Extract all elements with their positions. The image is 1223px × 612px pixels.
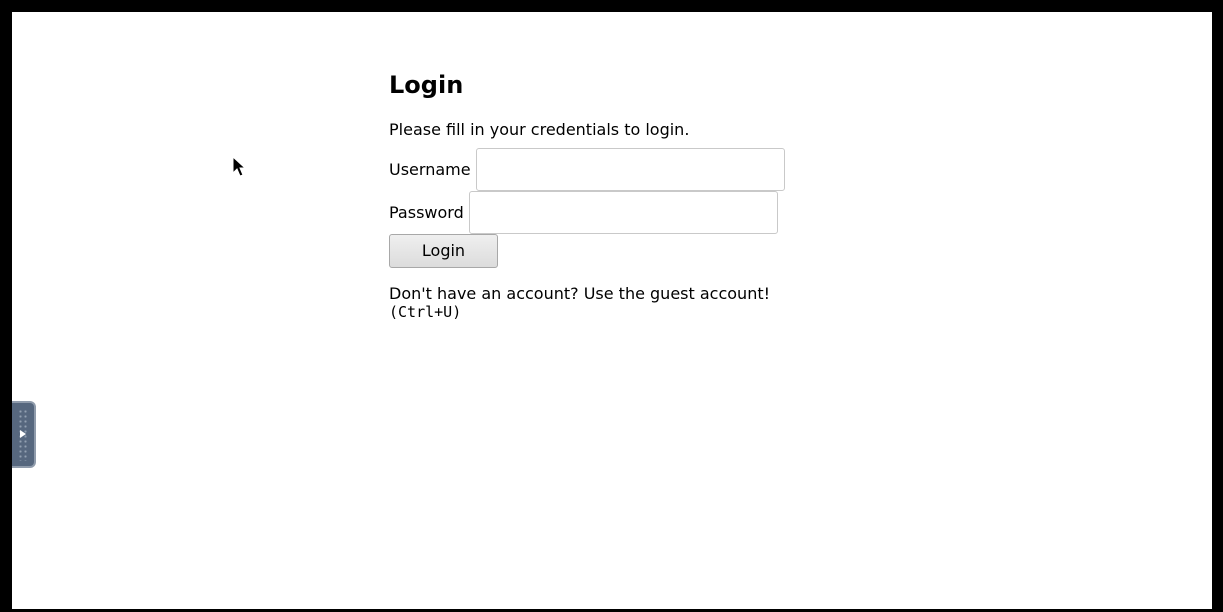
browser-viewport: Login Please fill in your credentials to… [12,12,1212,609]
guest-account-note: Don't have an account? Use the guest acc… [389,284,909,321]
username-input[interactable] [475,148,785,191]
side-panel-toggle[interactable] [12,401,36,468]
username-row: Username [389,148,909,191]
login-instructions: Please fill in your credentials to login… [389,120,690,139]
mouse-pointer-icon [232,156,246,177]
login-button[interactable]: Login [389,234,498,268]
page-title: Login [389,71,464,99]
password-input[interactable] [468,191,778,234]
password-label: Password [389,202,464,222]
password-row: Password [389,191,909,234]
login-form: Login Please fill in your credentials to… [389,68,909,321]
guest-account-link[interactable]: Don't have an account? Use the guest acc… [389,284,770,303]
screen: Login Please fill in your credentials to… [0,0,1223,612]
play-arrow-icon [20,430,26,438]
keyboard-shortcut-hint: (Ctrl+U) [389,303,462,321]
username-label: Username [389,159,471,179]
